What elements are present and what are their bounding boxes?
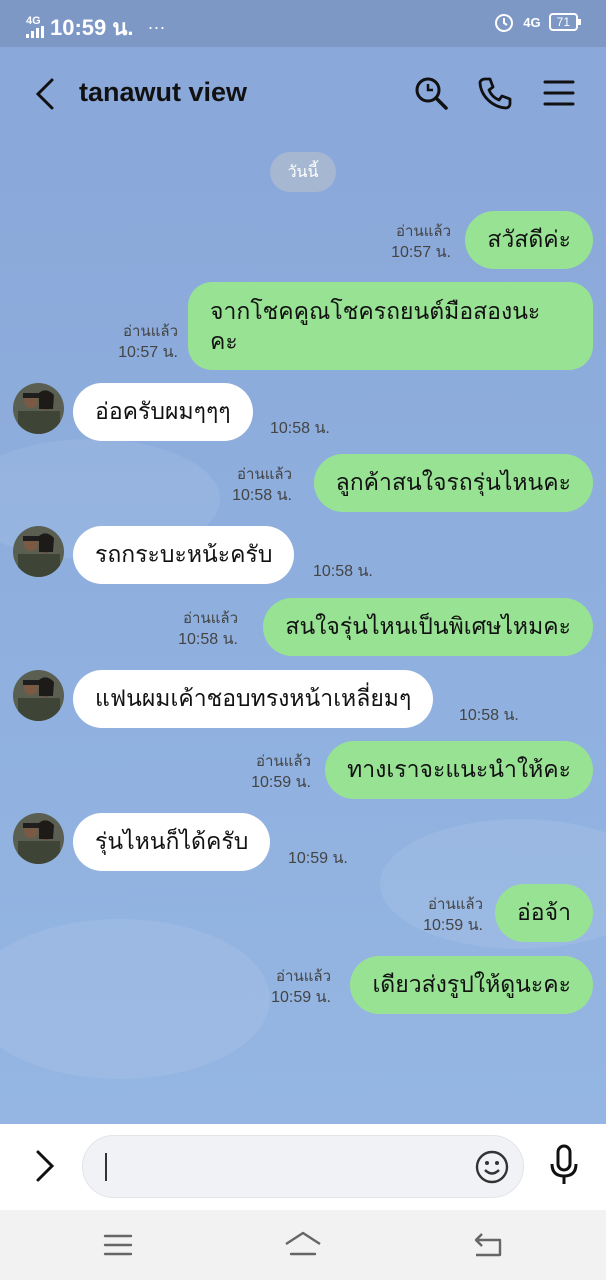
status-time: 10:59 น.: [50, 15, 134, 40]
avatar-photo: [13, 526, 64, 577]
message-meta: อ่านแล้ว 10:57 น.: [118, 323, 178, 361]
incoming-message[interactable]: รถกระบะหน้ะครับ: [73, 526, 295, 584]
message-line: คะ: [210, 329, 238, 355]
recent-apps-icon[interactable]: [103, 1232, 133, 1258]
chevron-right-icon[interactable]: [34, 1148, 56, 1184]
avatar[interactable]: [13, 670, 64, 721]
incoming-message[interactable]: อ่อครับผมๆๆๆ: [73, 383, 253, 441]
message-time: 10:58 น.: [459, 707, 519, 724]
outgoing-message[interactable]: จากโชคคูณโชครถยนต์มือสองนะ คะ: [188, 282, 593, 370]
avatar-photo: [13, 670, 64, 721]
message-meta: อ่านแล้ว 10:58 น.: [178, 610, 238, 648]
message-input[interactable]: [82, 1135, 524, 1198]
outgoing-message[interactable]: สวัสดีค่ะ: [465, 211, 593, 269]
message-time: 10:58 น.: [313, 563, 373, 580]
back-icon[interactable]: [472, 1230, 504, 1260]
message-meta: อ่านแล้ว 10:59 น.: [271, 968, 331, 1006]
message-meta: อ่านแล้ว 10:59 น.: [251, 753, 311, 791]
battery-indicator: 71: [548, 13, 582, 31]
outgoing-message[interactable]: ลูกค้าสนใจรถรุ่นไหนคะ: [313, 454, 593, 512]
home-icon[interactable]: [283, 1230, 323, 1260]
signal-icon: [26, 25, 44, 38]
incoming-message[interactable]: รุ่นไหนก็ได้ครับ: [73, 813, 271, 871]
avatar-photo: [13, 813, 64, 864]
phone-icon[interactable]: [477, 75, 513, 111]
composer-bar: [0, 1124, 606, 1210]
system-navigation-bar: [0, 1210, 606, 1280]
alarm-icon: [495, 14, 514, 32]
message-meta: อ่านแล้ว 10:58 น.: [232, 466, 292, 504]
microphone-icon[interactable]: [548, 1144, 580, 1188]
hamburger-icon[interactable]: [541, 75, 577, 111]
chat-title: tanawut view: [79, 77, 248, 107]
message-time: 10:59 น.: [288, 850, 348, 867]
status-bar: 4G 10:59 น. ··· 4G 71: [0, 0, 606, 47]
message-meta: อ่านแล้ว 10:59 น.: [423, 896, 483, 934]
outgoing-message[interactable]: อ่อจ้า: [494, 884, 593, 942]
message-meta: อ่านแล้ว 10:57 น.: [391, 223, 451, 261]
network-indicator: 4G: [26, 15, 44, 40]
smiley-icon[interactable]: [475, 1150, 509, 1184]
chat-area[interactable]: วันนี้ อ่านแล้ว 10:57 น. สวัสดีค่ะ อ่านแล…: [0, 139, 606, 1124]
outgoing-message[interactable]: เดียวส่งรูปให้ดูนะคะ: [350, 956, 593, 1014]
date-separator: วันนี้: [270, 152, 336, 192]
chat-header: tanawut view: [0, 47, 606, 139]
message-line: จากโชคคูณโชครถยนต์มือสองนะ: [210, 299, 541, 325]
outgoing-message[interactable]: ทางเราจะแนะนำให้คะ: [325, 741, 593, 799]
avatar[interactable]: [13, 813, 64, 864]
message-time: 10:58 น.: [270, 420, 330, 437]
avatar[interactable]: [13, 383, 64, 434]
chevron-left-icon[interactable]: [32, 77, 62, 111]
network-indicator-right: 4G: [523, 14, 541, 30]
avatar-photo: [13, 383, 64, 434]
outgoing-message[interactable]: สนใจรุ่นไหนเป็นพิเศษไหมคะ: [263, 598, 593, 656]
status-dots: ···: [147, 17, 166, 37]
avatar[interactable]: [13, 526, 64, 577]
search-icon[interactable]: [413, 75, 449, 111]
incoming-message[interactable]: แฟนผมเค้าชอบทรงหน้าเหลี่ยมๆ: [73, 670, 434, 728]
text-caret: [105, 1153, 107, 1181]
